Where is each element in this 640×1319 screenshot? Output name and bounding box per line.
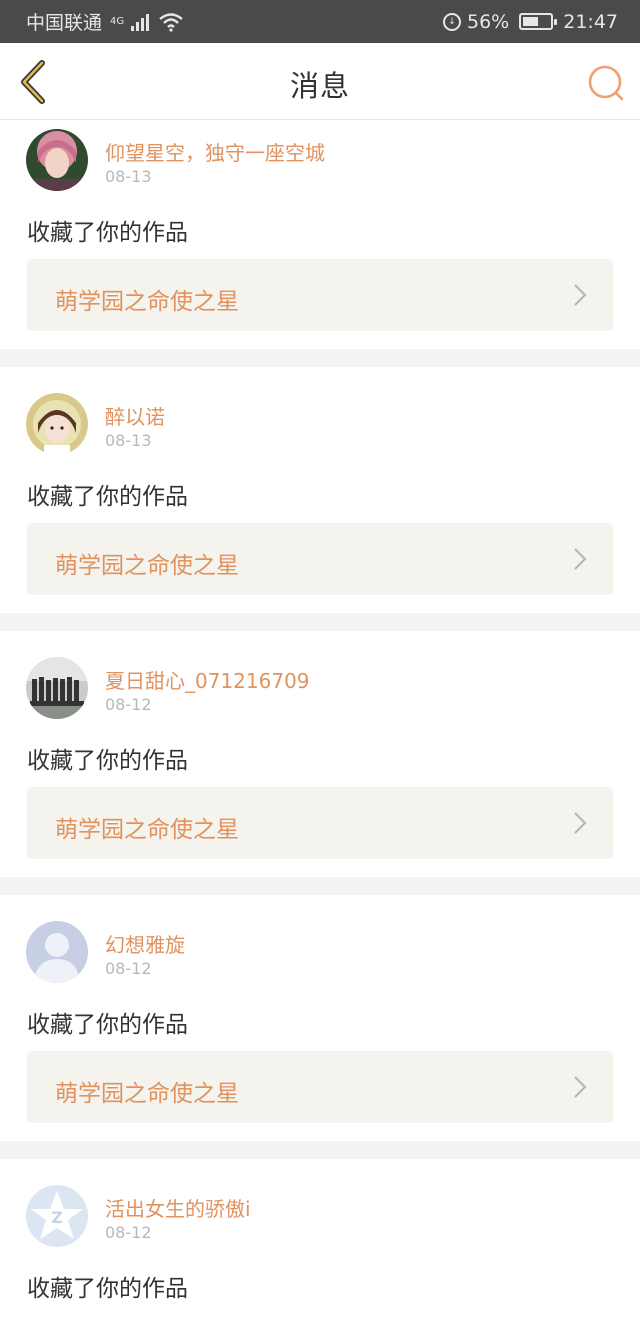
message-date: 08-12	[105, 959, 152, 978]
message-item: Z 活出女生的骄傲i 08-12 收藏了你的作品	[0, 1159, 640, 1319]
work-title: 萌学园之命使之星	[55, 1081, 239, 1107]
status-right: ↓ 56% 21:47	[443, 11, 618, 33]
username[interactable]: 活出女生的骄傲i	[105, 1193, 251, 1222]
clock: 21:47	[563, 10, 618, 33]
message-item: 仰望星空，独守一座空城 08-13 收藏了你的作品 萌学园之命使之星	[0, 121, 640, 349]
search-icon	[588, 65, 624, 101]
message-date: 08-13	[105, 167, 152, 186]
work-link[interactable]: 萌学园之命使之星	[27, 523, 613, 595]
avatar[interactable]	[26, 129, 88, 191]
status-bar: 中国联通 4G ↓ 56% 21:47	[0, 0, 640, 43]
divider	[0, 877, 640, 895]
chevron-right-icon	[574, 812, 587, 834]
nav-bar: 消息	[0, 43, 640, 120]
message-date: 08-13	[105, 431, 152, 450]
work-title: 萌学园之命使之星	[55, 817, 239, 843]
work-title: 萌学园之命使之星	[55, 289, 239, 315]
message-item: 夏日甜心_071216709 08-12 收藏了你的作品 萌学园之命使之星	[0, 631, 640, 859]
message-item: 幻想雅旋 08-12 收藏了你的作品 萌学园之命使之星	[0, 895, 640, 1123]
work-title: 萌学园之命使之星	[55, 553, 239, 579]
avatar[interactable]	[26, 393, 88, 455]
status-left: 中国联通 4G	[26, 8, 184, 35]
message-date: 08-12	[105, 1223, 152, 1242]
username[interactable]: 醉以诺	[105, 401, 165, 430]
chevron-right-icon	[574, 1076, 587, 1098]
action-text: 收藏了你的作品	[27, 1012, 188, 1038]
carrier-label: 中国联通	[26, 12, 103, 34]
work-link[interactable]: 萌学园之命使之星	[27, 259, 613, 331]
chevron-right-icon	[574, 284, 587, 306]
username[interactable]: 夏日甜心_071216709	[105, 665, 310, 694]
divider	[0, 613, 640, 631]
work-link[interactable]: 萌学园之命使之星	[27, 1051, 613, 1123]
network-type: 4G	[110, 15, 125, 27]
battery-percent: 56%	[467, 10, 510, 33]
username[interactable]: 仰望星空，独守一座空城	[105, 137, 325, 166]
message-date: 08-12	[105, 695, 152, 714]
action-text: 收藏了你的作品	[27, 220, 188, 246]
avatar[interactable]	[26, 657, 88, 719]
search-button[interactable]	[586, 63, 626, 103]
data-saver-icon: ↓	[443, 12, 461, 31]
action-text: 收藏了你的作品	[27, 748, 188, 774]
divider	[0, 1141, 640, 1159]
avatar[interactable]: Z	[26, 1185, 88, 1247]
message-item: 醉以诺 08-13 收藏了你的作品 萌学园之命使之星	[0, 367, 640, 595]
signal-icon	[131, 13, 150, 31]
battery-fill	[523, 17, 539, 26]
action-text: 收藏了你的作品	[27, 1276, 188, 1302]
svg-text:Z: Z	[51, 1208, 63, 1227]
work-link[interactable]: 萌学园之命使之星	[27, 787, 613, 859]
divider	[0, 349, 640, 367]
chevron-right-icon	[574, 548, 587, 570]
battery-icon	[519, 13, 558, 30]
avatar[interactable]	[26, 921, 88, 983]
username[interactable]: 幻想雅旋	[105, 929, 185, 958]
wifi-icon	[159, 12, 183, 32]
action-text: 收藏了你的作品	[27, 484, 188, 510]
page-title: 消息	[289, 69, 350, 103]
